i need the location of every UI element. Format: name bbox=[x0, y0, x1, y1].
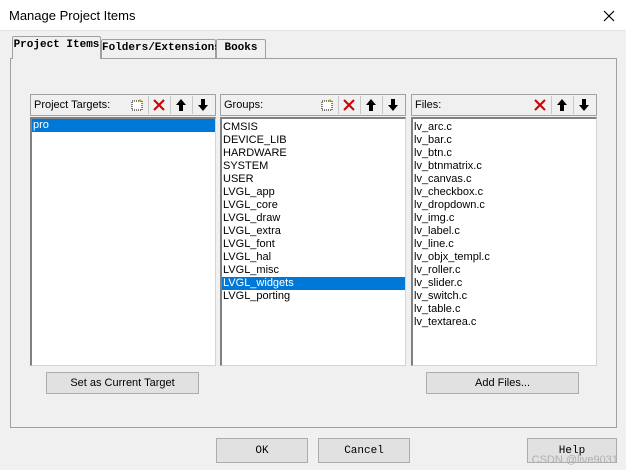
targets-delete-button[interactable] bbox=[149, 96, 169, 114]
list-item[interactable]: LVGL_extra bbox=[222, 225, 405, 238]
groups-list[interactable]: CMSIS DEVICE_LIB HARDWARE SYSTEM USER LV… bbox=[220, 117, 406, 366]
list-item[interactable]: LVGL_font bbox=[222, 238, 405, 251]
list-item[interactable]: lv_table.c bbox=[413, 303, 596, 316]
list-item[interactable]: pro bbox=[32, 119, 215, 132]
cancel-button[interactable]: Cancel bbox=[318, 438, 410, 463]
list-item[interactable]: HARDWARE bbox=[222, 147, 405, 160]
list-item[interactable]: lv_objx_templ.c bbox=[413, 251, 596, 264]
files-move-up-button[interactable] bbox=[552, 96, 572, 114]
list-item[interactable]: lv_btnmatrix.c bbox=[413, 160, 596, 173]
list-item[interactable]: lv_textarea.c bbox=[413, 316, 596, 329]
move-down-icon bbox=[198, 99, 208, 111]
delete-icon bbox=[153, 99, 165, 111]
delete-icon bbox=[534, 99, 546, 111]
targets-list[interactable]: pro bbox=[30, 117, 216, 366]
list-item[interactable]: lv_checkbox.c bbox=[413, 186, 596, 199]
move-up-icon bbox=[366, 99, 376, 111]
move-up-icon bbox=[176, 99, 186, 111]
list-item[interactable]: lv_line.c bbox=[413, 238, 596, 251]
targets-new-button[interactable] bbox=[127, 96, 147, 114]
groups-delete-button[interactable] bbox=[339, 96, 359, 114]
title-bar: Manage Project Items bbox=[0, 0, 626, 31]
list-item[interactable]: LVGL_widgets bbox=[222, 277, 405, 290]
groups-move-up-button[interactable] bbox=[361, 96, 381, 114]
files-move-down-button[interactable] bbox=[574, 96, 594, 114]
list-item[interactable]: lv_slider.c bbox=[413, 277, 596, 290]
list-item[interactable]: lv_dropdown.c bbox=[413, 199, 596, 212]
list-item[interactable]: USER bbox=[222, 173, 405, 186]
move-up-icon bbox=[557, 99, 567, 111]
ok-button[interactable]: OK bbox=[216, 438, 308, 463]
new-icon bbox=[321, 99, 333, 111]
add-files-label: Add Files... bbox=[474, 377, 531, 389]
targets-move-down-button[interactable] bbox=[193, 96, 213, 114]
list-item[interactable]: LVGL_core bbox=[222, 199, 405, 212]
close-button[interactable] bbox=[598, 5, 620, 27]
list-item[interactable]: LVGL_draw bbox=[222, 212, 405, 225]
list-item[interactable]: lv_bar.c bbox=[413, 134, 596, 147]
files-list[interactable]: lv_arc.c lv_bar.c lv_btn.c lv_btnmatrix.… bbox=[411, 117, 597, 366]
tab-project-items-label: Project Items bbox=[13, 39, 100, 51]
close-icon bbox=[603, 10, 615, 22]
tab-project-items[interactable]: Project Items bbox=[12, 36, 101, 59]
list-item[interactable]: lv_label.c bbox=[413, 225, 596, 238]
cancel-label: Cancel bbox=[344, 444, 384, 457]
watermark: CSDN @live9031 bbox=[531, 454, 618, 466]
add-files-button[interactable]: Add Files... bbox=[426, 372, 579, 394]
groups-label: Groups: bbox=[224, 99, 264, 111]
groups-header: Groups: bbox=[220, 94, 406, 116]
tab-folders-extensions-label: Folders/Extensions bbox=[102, 42, 221, 54]
targets-header: Project Targets: bbox=[30, 94, 216, 116]
tab-books-label: Books bbox=[224, 42, 258, 54]
list-item[interactable]: CMSIS bbox=[222, 121, 405, 134]
move-down-icon bbox=[579, 99, 589, 111]
list-item[interactable]: lv_img.c bbox=[413, 212, 596, 225]
groups-move-down-button[interactable] bbox=[383, 96, 403, 114]
files-delete-button[interactable] bbox=[530, 96, 550, 114]
new-icon bbox=[131, 99, 143, 111]
set-current-target-label: Set as Current Target bbox=[70, 377, 175, 389]
list-item[interactable]: LVGL_hal bbox=[222, 251, 405, 264]
ok-label: OK bbox=[255, 444, 269, 457]
list-item[interactable]: LVGL_app bbox=[222, 186, 405, 199]
files-header: Files: bbox=[411, 94, 597, 116]
tab-books[interactable]: Books bbox=[216, 39, 266, 58]
move-down-icon bbox=[388, 99, 398, 111]
targets-label: Project Targets: bbox=[34, 99, 111, 111]
list-item[interactable]: lv_arc.c bbox=[413, 121, 596, 134]
files-label: Files: bbox=[415, 99, 442, 111]
list-item[interactable]: lv_btn.c bbox=[413, 147, 596, 160]
list-item[interactable]: LVGL_porting bbox=[222, 290, 405, 303]
targets-move-up-button[interactable] bbox=[171, 96, 191, 114]
list-item[interactable]: lv_canvas.c bbox=[413, 173, 596, 186]
list-item[interactable]: DEVICE_LIB bbox=[222, 134, 405, 147]
window-title: Manage Project Items bbox=[9, 8, 136, 23]
list-item[interactable]: LVGL_misc bbox=[222, 264, 405, 277]
delete-icon bbox=[343, 99, 355, 111]
set-current-target-button[interactable]: Set as Current Target bbox=[46, 372, 199, 394]
list-item[interactable]: lv_switch.c bbox=[413, 290, 596, 303]
list-item[interactable]: lv_roller.c bbox=[413, 264, 596, 277]
groups-new-button[interactable] bbox=[317, 96, 337, 114]
tab-folders-extensions[interactable]: Folders/Extensions bbox=[101, 39, 221, 58]
list-item[interactable]: SYSTEM bbox=[222, 160, 405, 173]
